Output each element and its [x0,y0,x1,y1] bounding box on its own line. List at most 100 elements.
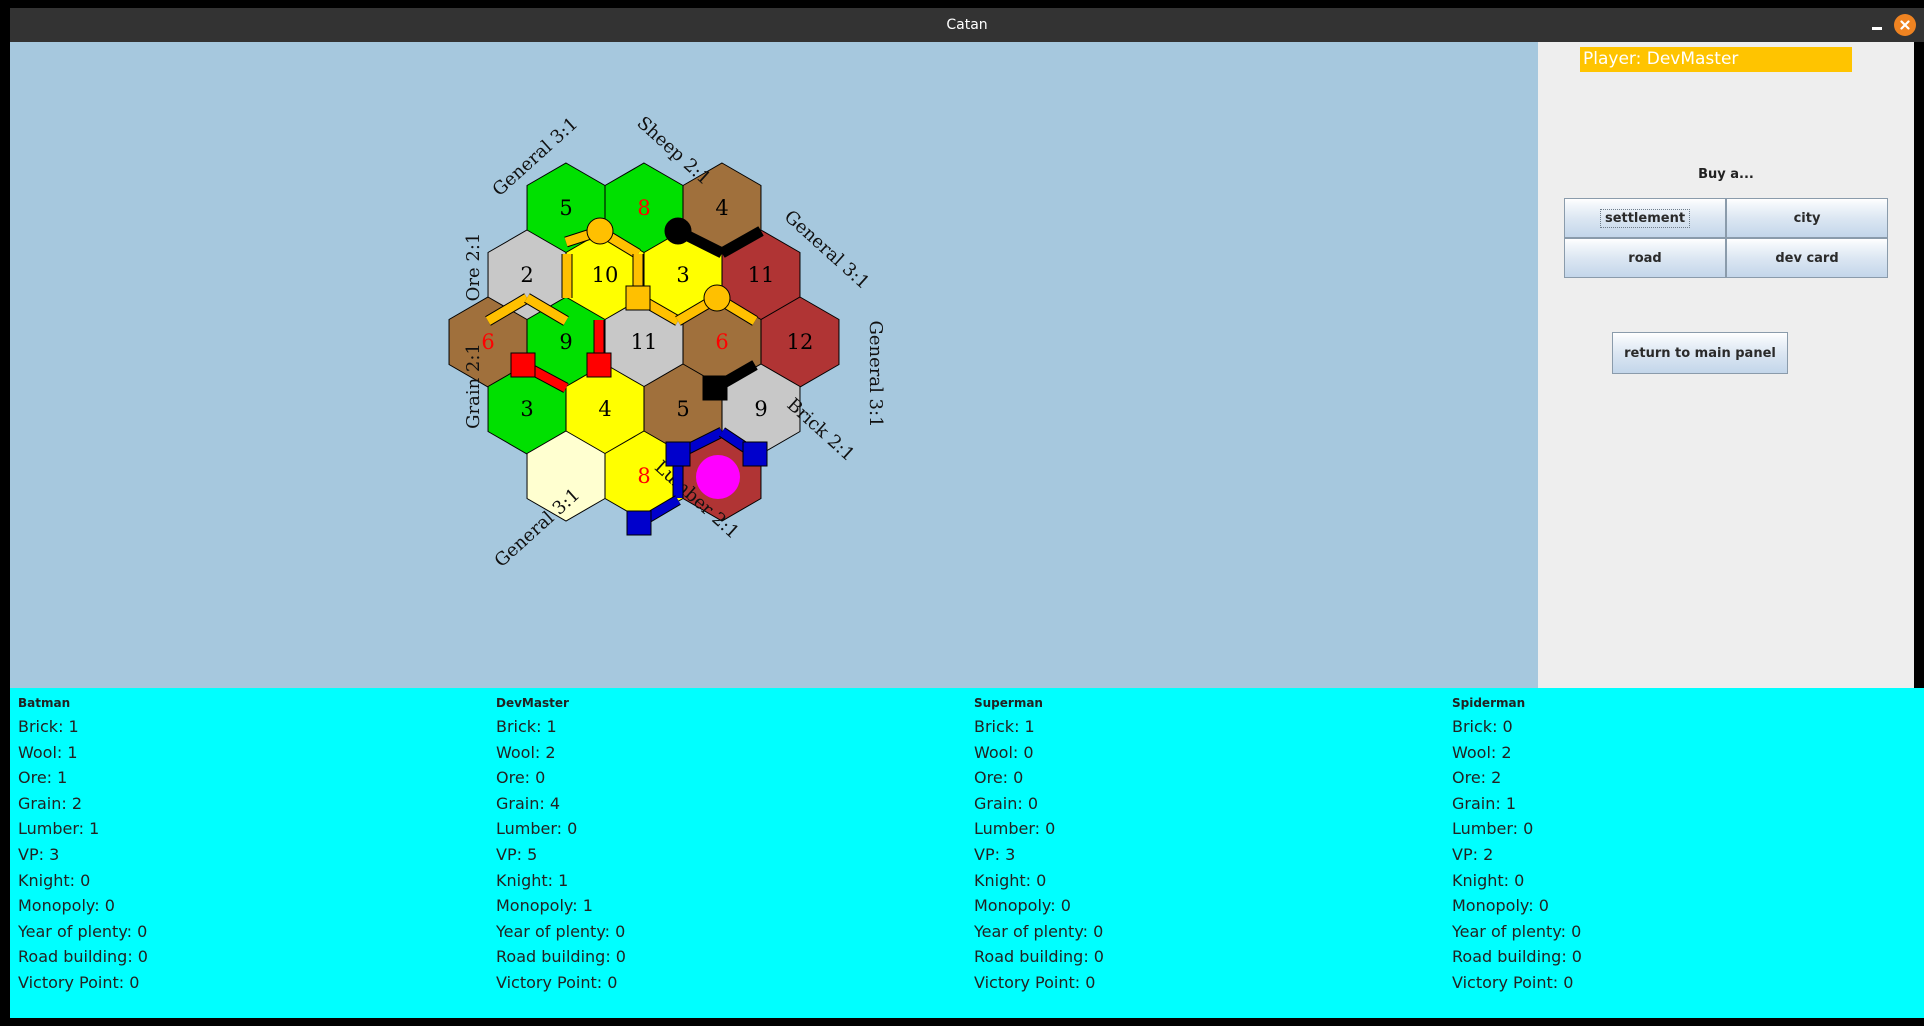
player-stat-row: Monopoly: 0 [1452,896,1549,916]
catan-board[interactable]: 5 8 42 10 3 116 9 11 6 123 4 5 98 General 3:1 Sheep 2… [10,42,1538,688]
hex-number: 2 [520,263,533,287]
player-stat-row: Road building: 0 [1452,947,1582,967]
player-stat-row: Year of plenty: 0 [18,921,148,941]
player-stat-row: VP: 5 [496,844,538,864]
player-stat-row: Brick: 1 [18,717,79,736]
player-stat-row: VP: 2 [1452,844,1494,864]
player-stat-row: Knight: 0 [974,870,1047,890]
port-label: Ore 2:1 [463,233,484,302]
hex-number: 5 [676,397,689,421]
window-controls [1870,8,1916,42]
current-player-banner: Player: DevMaster [1580,47,1852,72]
player-stat-row: Victory Point: 0 [1452,972,1574,992]
player-stat-row: VP: 3 [18,844,60,864]
player-name: DevMaster [496,696,569,710]
buy-dev-card-label: dev card [1775,250,1839,266]
player-stats-column: Batman Brick: 1 Wool: 1 Ore: 1 Grain: 2 Lumbe… [10,688,488,1018]
player-stat-row: Wool: 2 [496,742,556,762]
buy-city-button[interactable]: city [1726,198,1888,238]
player-stat-row: Brick: 1 [974,717,1035,736]
hex-number: 4 [715,196,728,220]
player-stat-row: Year of plenty: 0 [1452,921,1582,941]
player-stat-row: Lumber: 0 [1452,819,1534,839]
player-stat-row: Grain: 4 [496,793,561,813]
player-stats-column: Spiderman Brick: 0 Wool: 2 Ore: 2 Grain: 1 Lu… [1444,688,1922,1018]
player-stat-row: Victory Point: 0 [18,972,140,992]
player-stat-row: Knight: 1 [496,870,569,890]
city-piece[interactable] [510,352,536,378]
buy-city-label: city [1793,210,1821,226]
hex-number: 8 [637,464,650,488]
buy-road-label: road [1628,250,1662,266]
buy-settlement-label: settlement [1599,208,1691,228]
hex-tile-layer: 5 8 42 10 3 116 9 11 6 123 4 5 98 [448,162,840,522]
city-piece[interactable] [702,375,728,401]
settlement-piece[interactable] [664,217,692,245]
window-title: Catan [946,17,988,33]
buy-road-button[interactable]: road [1564,238,1726,278]
hex-number: 5 [559,196,572,220]
hex-number: 8 [637,196,650,220]
player-stat-row: Ore: 2 [1452,768,1502,788]
settlement-piece[interactable] [703,284,731,312]
player-stats-column: Superman Brick: 1 Wool: 0 Ore: 0 Grain: 0 Lum… [966,688,1444,1018]
robber-layer [696,455,740,499]
robber-token[interactable] [696,455,740,499]
hex-number: 12 [787,330,814,354]
player-stat-row: Monopoly: 0 [18,896,115,916]
port-label: General 3:1 [865,320,886,427]
city-piece[interactable] [586,352,612,378]
buy-button-grid: settlement city road dev card [1564,198,1888,278]
player-name: Spiderman [1452,696,1526,710]
action-side-panel: Player: DevMaster Buy a... settlement ci… [1538,42,1914,688]
player-stat-row: Grain: 2 [18,793,83,813]
player-stat-row: Lumber: 0 [974,819,1056,839]
player-stat-row: VP: 3 [974,844,1016,864]
buy-section-label: Buy a... [1698,167,1754,182]
hex-number: 11 [748,263,775,287]
player-stat-row: Monopoly: 1 [496,896,593,916]
hex-number: 9 [559,330,572,354]
player-stat-row: Grain: 1 [1452,793,1517,813]
settlement-piece[interactable] [586,217,614,245]
close-icon[interactable] [1894,14,1916,36]
player-stat-row: Victory Point: 0 [496,972,618,992]
hex-number: 10 [592,263,619,287]
player-stat-row: Wool: 2 [1452,742,1512,762]
hex-number: 3 [520,397,533,421]
city-piece[interactable] [625,285,651,311]
player-stat-row: Road building: 0 [18,947,148,967]
return-to-main-panel-label: return to main panel [1624,345,1776,361]
hex-number: 11 [631,330,658,354]
player-stat-row: Knight: 0 [1452,870,1525,890]
city-piece[interactable] [742,441,768,467]
player-stat-row: Ore: 0 [974,768,1024,788]
player-stat-row: Brick: 1 [496,717,557,736]
hex-number: 4 [598,397,611,421]
buy-dev-card-button[interactable]: dev card [1726,238,1888,278]
game-board-area[interactable]: 5 8 4 2 10 3 11 6 9 11 6 12 3 4 5 9 8 General 3:1 Sheep 2… [10,42,1538,688]
city-piece[interactable] [626,510,652,536]
player-stat-row: Wool: 0 [974,742,1034,762]
hex-number: 9 [754,397,767,421]
buy-settlement-button[interactable]: settlement [1564,198,1726,238]
player-stat-row: Grain: 0 [974,793,1039,813]
player-stat-row: Year of plenty: 0 [974,921,1104,941]
player-name: Batman [18,696,71,710]
hex-number: 6 [715,330,728,354]
player-stats-panel: Batman Brick: 1 Wool: 1 Ore: 1 Grain: 2 Lumbe… [10,688,1924,1018]
player-name: Superman [974,696,1043,710]
player-stat-row: Lumber: 0 [496,819,578,839]
minimize-icon[interactable] [1870,18,1884,32]
port-label: Grain 2:1 [463,343,484,429]
player-stat-row: Road building: 0 [496,947,626,967]
window-titlebar: Catan [10,8,1924,42]
hex-number: 3 [676,263,689,287]
return-to-main-panel-button[interactable]: return to main panel [1612,332,1788,374]
player-stat-row: Victory Point: 0 [974,972,1096,992]
player-stat-row: Wool: 1 [18,742,78,762]
player-stat-row: Monopoly: 0 [974,896,1071,916]
player-stat-row: Ore: 0 [496,768,546,788]
player-stat-row: Lumber: 1 [18,819,100,839]
city-piece[interactable] [665,441,691,467]
